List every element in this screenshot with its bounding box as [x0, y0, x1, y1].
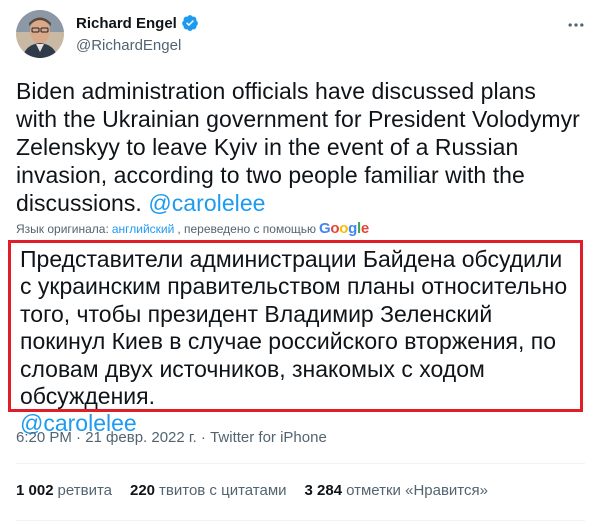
- more-options-icon[interactable]: [565, 14, 587, 36]
- verified-badge-icon: [181, 14, 199, 32]
- quotes-stat[interactable]: 220 твитов с цитатами: [130, 482, 287, 499]
- quotes-count: 220: [130, 482, 156, 499]
- google-logo: Google: [319, 220, 369, 237]
- tweet-source[interactable]: Twitter for iPhone: [210, 429, 327, 446]
- translation-language-link[interactable]: английский: [112, 222, 174, 236]
- quotes-label: твитов с цитатами: [159, 482, 287, 499]
- tweet-timestamp[interactable]: 6:20 PM · 21 февр. 2022 г.: [16, 429, 197, 446]
- author-name-row: Richard Engel: [76, 14, 199, 32]
- divider: [16, 520, 585, 521]
- meta-separator: ·: [196, 429, 211, 446]
- retweets-count: 1 002: [16, 482, 54, 499]
- tweet-stats: 1 002 ретвита 220 твитов с цитатами 3 284 о…: [16, 482, 488, 499]
- tweet-meta: 6:20 PM · 21 февр. 2022 г. · Twitter for…: [16, 429, 327, 446]
- author-name[interactable]: Richard Engel: [76, 15, 177, 32]
- translation-note: Язык оригинала: английский, переведено с…: [16, 220, 369, 237]
- retweets-stat[interactable]: 1 002 ретвита: [16, 482, 112, 499]
- divider: [16, 463, 585, 464]
- retweets-label: ретвита: [57, 482, 112, 499]
- author-handle[interactable]: @RichardEngel: [76, 37, 181, 54]
- translated-text: Представители администрации Байдена обсу…: [20, 246, 568, 410]
- translated-text-box: Представители администрации Байдена обсу…: [8, 240, 583, 436]
- translation-note-suffix: , переведено с помощью: [177, 221, 317, 236]
- tweet-mention-link[interactable]: @carolelee: [148, 190, 265, 216]
- likes-count: 3 284: [304, 482, 343, 499]
- avatar[interactable]: [16, 10, 64, 58]
- likes-stat[interactable]: 3 284 отметки «Нравится»: [305, 482, 488, 499]
- translation-note-prefix: Язык оригинала:: [16, 221, 109, 236]
- tweet-body: Biden administration officials have disc…: [16, 78, 580, 216]
- tweet-text: Biden administration officials have disc…: [16, 77, 581, 217]
- likes-label: отметки «Нравится»: [346, 482, 488, 499]
